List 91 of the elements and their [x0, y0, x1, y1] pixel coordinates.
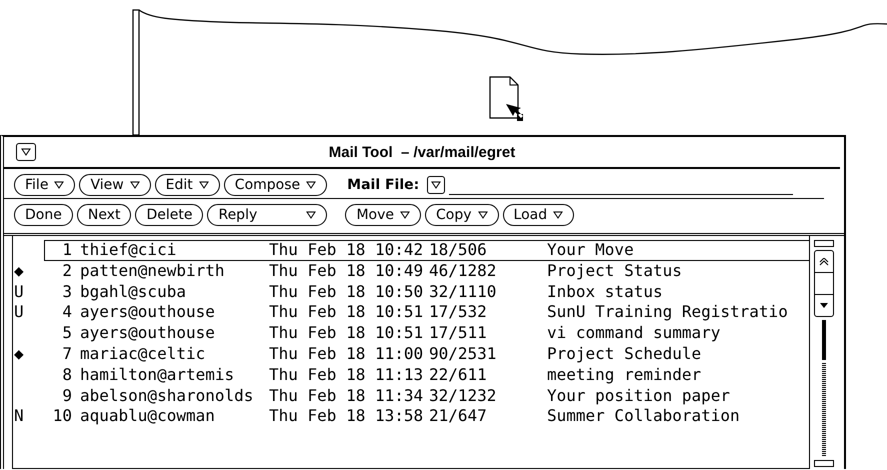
- scroll-down-icon[interactable]: [819, 302, 829, 309]
- message-row[interactable]: ◆ 2 patten@newbirth Thu Feb 18 10:49 46/1282 Project Status: [13, 260, 809, 282]
- message-size: 90/2531: [429, 344, 498, 364]
- scrollbar-top-anchor[interactable]: [814, 240, 834, 247]
- message-row[interactable]: 1 thief@cici Thu Feb 18 10:42 18/506 Your Move: [13, 240, 809, 261]
- menu-triangle-icon: [306, 181, 316, 189]
- message-size: 32/1232: [429, 386, 498, 406]
- action-button[interactable]: Done: [14, 204, 73, 226]
- menu-button[interactable]: Edit: [154, 174, 220, 196]
- scrollbar-bottom-anchor[interactable]: [814, 460, 834, 467]
- message-number: 4: [61, 303, 73, 322]
- message-size: 17/511: [429, 324, 488, 343]
- subject: Project Schedule: [547, 344, 702, 364]
- menu-triangle-icon: [198, 181, 209, 189]
- sender: abelson@sharonolds: [80, 386, 254, 406]
- date: Thu Feb 18 11:13: [269, 366, 424, 385]
- mail-file-label: Mail File:: [347, 177, 420, 193]
- menu-triangle-icon: [21, 148, 31, 156]
- file-menu-button[interactable]: Copy: [425, 204, 499, 226]
- message-size: 32/1110: [429, 282, 498, 302]
- mail-file-menu-button[interactable]: [427, 176, 446, 194]
- message-number: 3: [61, 282, 73, 302]
- subject: Your position paper: [547, 386, 732, 406]
- menu-triangle-icon: [553, 211, 564, 219]
- menu-triangle-icon: [400, 211, 410, 219]
- date: Thu Feb 18 10:50: [269, 282, 424, 302]
- message-row[interactable]: 5 ayers@outhouse Thu Feb 18 10:51 17/511 vi command summary: [13, 323, 809, 344]
- message-number: 8: [61, 366, 73, 385]
- subject: Project Status: [547, 262, 683, 281]
- sender: thief@cici: [80, 241, 178, 260]
- action-button[interactable]: Delete: [135, 204, 204, 226]
- sender: patten@newbirth: [80, 262, 226, 281]
- sender: aquablu@cowman: [80, 407, 216, 426]
- subject: Inbox status: [547, 282, 664, 302]
- status-text: N: [14, 407, 25, 426]
- message-row[interactable]: N 10 aquablu@cowman Thu Feb 18 13:58 21/647 Summer Collaboration: [13, 406, 809, 428]
- status-text: ◆: [14, 262, 25, 281]
- message-size: 21/647: [429, 407, 488, 426]
- status-text: U: [14, 282, 25, 302]
- message-size: 17/532: [429, 303, 488, 322]
- message-number: 2: [61, 262, 73, 281]
- status-text: U: [14, 303, 25, 322]
- message-row[interactable]: 8 hamilton@artemis Thu Feb 18 11:13 22/611 meeting reminder: [13, 364, 809, 386]
- message-size: 18/506: [429, 241, 488, 260]
- sender: ayers@outhouse: [80, 324, 216, 343]
- status-text: ◆: [14, 344, 25, 364]
- date: Thu Feb 18 10:42: [269, 241, 424, 260]
- subject: Summer Collaboration: [547, 407, 741, 426]
- message-number: 10: [52, 407, 73, 426]
- menu-triangle-icon: [130, 181, 140, 189]
- scrollbar[interactable]: [814, 240, 834, 467]
- action-button[interactable]: Reply: [207, 204, 328, 226]
- document-icon: [489, 76, 519, 119]
- date: Thu Feb 18 11:00: [269, 344, 424, 364]
- date: Thu Feb 18 13:58: [269, 407, 424, 426]
- date: Thu Feb 18 10:49: [269, 262, 424, 281]
- subject: vi command summary: [547, 324, 722, 343]
- menu-triangle-icon: [306, 211, 316, 219]
- menu-triangle-icon: [54, 181, 64, 189]
- sender: bgahl@scuba: [80, 282, 187, 302]
- subject: Your Move: [547, 241, 635, 260]
- pointer-icon: [506, 104, 523, 121]
- date: Thu Feb 18 10:51: [269, 303, 424, 322]
- message-row[interactable]: U 3 bgahl@scuba Thu Feb 18 10:50 32/1110 Inbox status: [13, 282, 809, 302]
- message-size: 22/611: [429, 366, 488, 385]
- menu-triangle-icon: [478, 211, 488, 219]
- message-row[interactable]: ◆ 7 mariac@celtic Thu Feb 18 11:00 90/2531 Project Schedule: [13, 344, 809, 365]
- date: Thu Feb 18 10:51: [269, 324, 424, 343]
- window-menu-button[interactable]: [16, 143, 36, 161]
- sender: hamilton@artemis: [80, 366, 236, 385]
- menu-button[interactable]: View: [79, 174, 151, 196]
- menu-triangle-icon: [431, 181, 442, 189]
- sender: mariac@celtic: [80, 344, 206, 364]
- subject: SunU Training Registratio: [547, 303, 789, 322]
- menu-button[interactable]: File: [14, 174, 76, 196]
- message-row[interactable]: U 4 ayers@outhouse Thu Feb 18 10:51 17/532 SunU Training Registratio: [13, 302, 809, 324]
- file-menu-button[interactable]: Move: [345, 204, 422, 226]
- message-size: 46/1282: [429, 262, 498, 281]
- sender: ayers@outhouse: [80, 303, 216, 322]
- message-row[interactable]: 9 abelson@sharonolds Thu Feb 18 11:34 32/1232 Your position paper: [13, 386, 809, 406]
- window-title: Mail Tool – /var/mail/egret: [328, 144, 516, 160]
- message-number: 9: [61, 386, 73, 406]
- file-menu-button[interactable]: Load: [502, 204, 574, 226]
- subject: meeting reminder: [547, 366, 702, 385]
- message-number: 1: [61, 241, 73, 260]
- scroll-up-icon[interactable]: [819, 258, 829, 266]
- message-number: 7: [61, 344, 73, 364]
- date: Thu Feb 18 11:34: [269, 386, 424, 406]
- action-button[interactable]: Next: [76, 204, 132, 226]
- menu-button[interactable]: Compose: [224, 174, 328, 196]
- message-number: 5: [61, 324, 73, 343]
